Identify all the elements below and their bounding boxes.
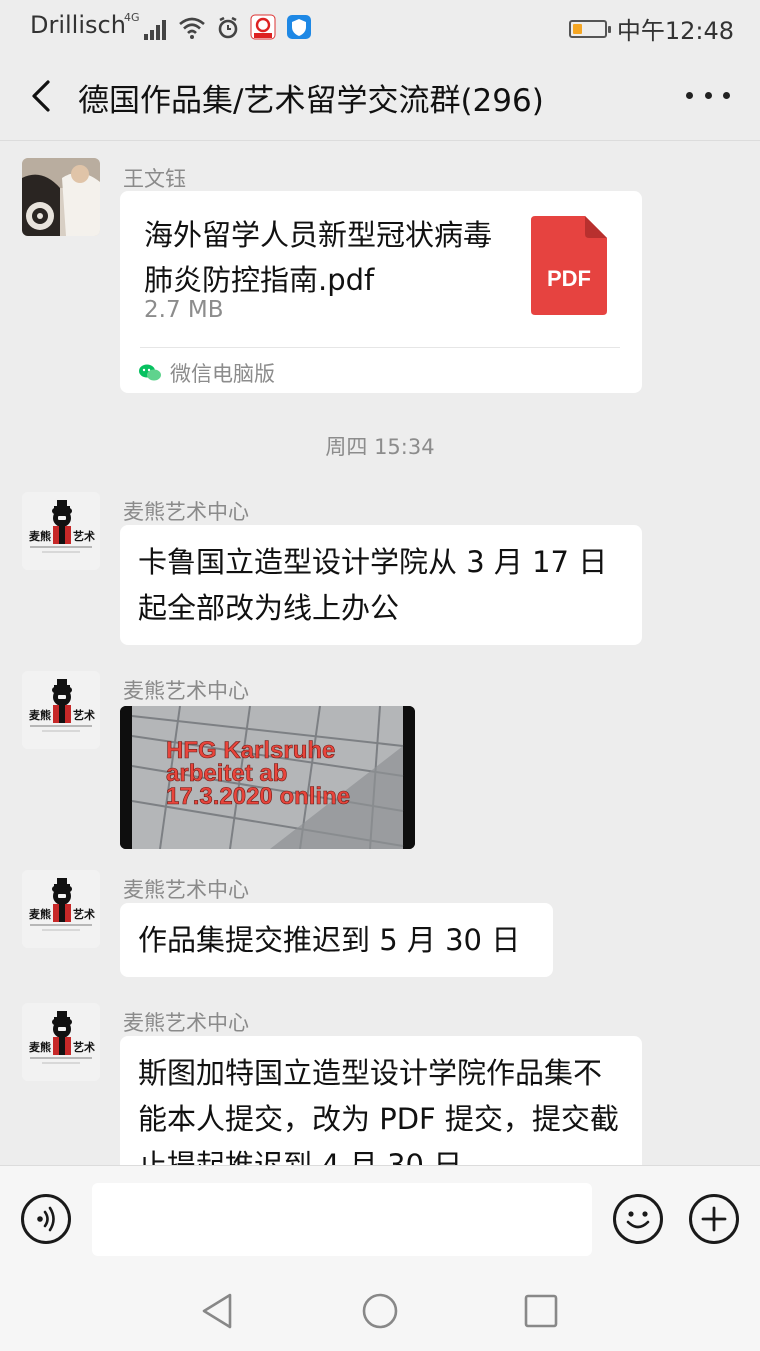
news-app-icon (250, 14, 276, 40)
pdf-file-icon: PDF (531, 216, 607, 315)
sender-name: 麦熊艺术中心 (123, 878, 249, 902)
timestamp: 周四 15:34 (325, 435, 435, 459)
avatar[interactable]: 麦熊 艺术 (22, 671, 100, 749)
alarm-icon (218, 16, 237, 39)
clock: 中午12:48 (616, 17, 734, 45)
chat-title: 德国作品集/艺术留学交流群(296) (78, 83, 544, 119)
message-text: 作品集提交推迟到 5 月 30 日 (138, 923, 521, 957)
pdf-label: PDF (547, 266, 591, 291)
avatar[interactable]: 麦熊 艺术 (22, 870, 100, 948)
message-text: 卡鲁国立造型设计学院从 3 月 17 日起全部改为线上办公 (138, 545, 608, 625)
sender-name: 麦熊艺术中心 (123, 679, 249, 703)
bear-logo-image: 麦熊 艺术 (22, 1003, 100, 1081)
divider (140, 347, 620, 348)
bear-logo-image: 麦熊 艺术 (22, 870, 100, 948)
avatar[interactable]: 麦熊 艺术 (22, 492, 100, 570)
svg-text:艺术: 艺术 (73, 529, 95, 543)
svg-text:麦熊: 麦熊 (29, 708, 51, 722)
emoji-icon (626, 1211, 650, 1229)
svg-text:麦熊: 麦熊 (29, 907, 51, 921)
wechat-icon (139, 364, 161, 381)
emoji-button[interactable] (613, 1194, 663, 1244)
chat-header: 德国作品集/艺术留学交流群(296) (0, 52, 760, 141)
file-size: 2.7 MB (144, 297, 224, 323)
sender-name: 麦熊艺术中心 (123, 500, 249, 524)
image-message[interactable]: HFG Karlsruhe arbeitet ab 17.3.2020 onli… (120, 706, 415, 849)
file-source-label: 微信电脑版 (170, 362, 275, 386)
text-message[interactable]: 斯图加特国立造型设计学院作品集不能本人提交，改为 PDF 提交，提交截止提起推迟… (120, 1036, 642, 1165)
nav-back-icon[interactable] (198, 1291, 238, 1331)
svg-text:麦熊: 麦熊 (29, 529, 51, 543)
nav-home-icon[interactable] (360, 1291, 400, 1331)
input-bar (0, 1165, 760, 1274)
svg-text:艺术: 艺术 (73, 708, 95, 722)
file-name: 海外留学人员新型冠状病毒肺炎防控指南.pdf (144, 218, 493, 297)
voice-icon (37, 1206, 55, 1232)
status-icons: 4G (124, 10, 312, 40)
message-text: 斯图加特国立造型设计学院作品集不能本人提交，改为 PDF 提交，提交截止提起推迟… (138, 1056, 619, 1165)
message-list[interactable]: 王文钰 海外留学人员新型冠状病毒肺炎防控指南.pdf 2.7 MB PDF 微信… (0, 141, 760, 1165)
back-icon[interactable] (22, 74, 66, 118)
network-type: 4G (124, 11, 140, 24)
plus-icon (701, 1206, 727, 1232)
battery-icon (568, 19, 611, 38)
file-message[interactable]: 海外留学人员新型冠状病毒肺炎防控指南.pdf 2.7 MB PDF 微信电脑版 (120, 191, 642, 393)
text-message[interactable]: 卡鲁国立造型设计学院从 3 月 17 日起全部改为线上办公 (120, 525, 642, 645)
more-options-icon[interactable] (686, 80, 730, 110)
image-text-line: 17.3.2020 online (166, 783, 350, 810)
bear-logo-image: 麦熊 艺术 (22, 492, 100, 570)
text-message[interactable]: 作品集提交推迟到 5 月 30 日 (120, 903, 553, 977)
avatar[interactable]: 麦熊 艺术 (22, 1003, 100, 1081)
carrier-name: Drillisch (30, 11, 126, 39)
file-source: 微信电脑版 (138, 358, 275, 388)
status-right: 中午12:48 (568, 11, 734, 46)
system-nav-bar (0, 1273, 760, 1351)
message-input[interactable] (92, 1183, 592, 1256)
svg-text:艺术: 艺术 (73, 907, 95, 921)
sender-name: 王文钰 (123, 167, 186, 191)
signal-icon (143, 18, 166, 40)
voice-input-button[interactable] (21, 1194, 71, 1244)
more-functions-button[interactable] (689, 1194, 739, 1244)
wifi-icon (178, 17, 205, 39)
avatar[interactable] (22, 158, 100, 236)
svg-text:麦熊: 麦熊 (29, 1040, 51, 1054)
status-bar: Drillisch 4G 中午12:48 (0, 0, 760, 52)
shield-app-icon (286, 15, 311, 39)
bear-logo-image: 麦熊 艺术 (22, 671, 100, 749)
svg-text:艺术: 艺术 (73, 1040, 95, 1054)
sender-name: 麦熊艺术中心 (123, 1011, 249, 1035)
nav-recents-icon[interactable] (521, 1291, 561, 1331)
